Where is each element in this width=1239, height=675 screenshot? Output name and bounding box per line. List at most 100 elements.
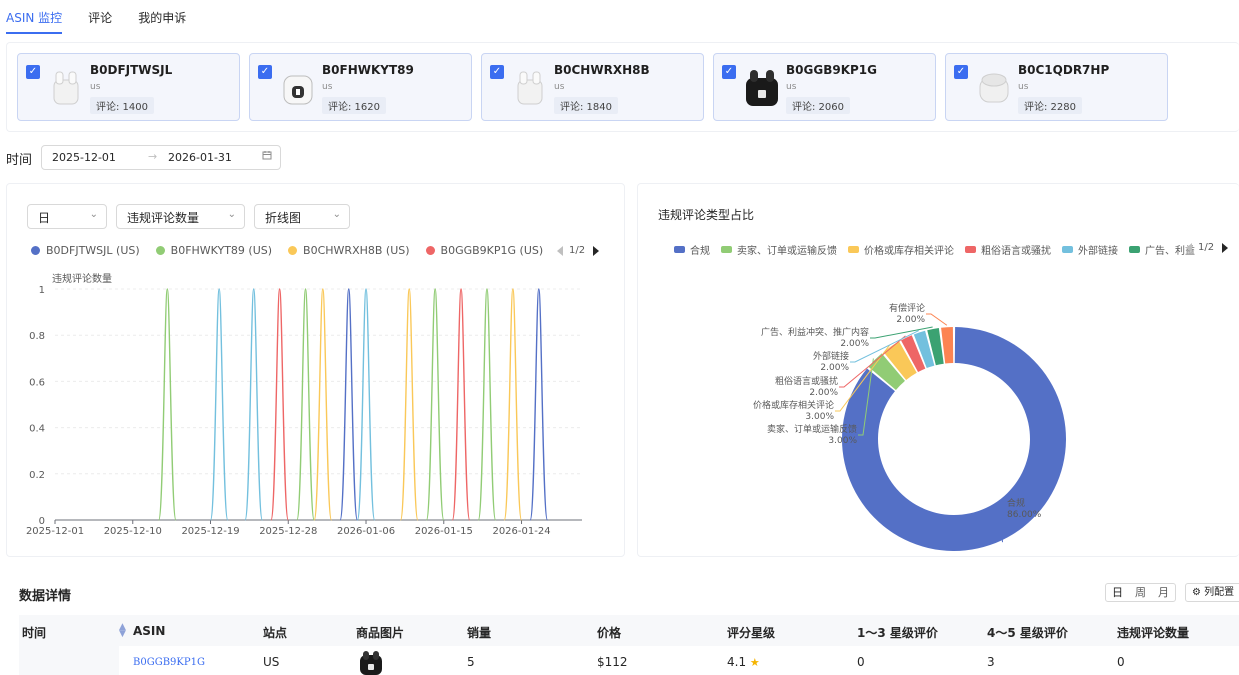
violations-cell: 0 xyxy=(1117,655,1125,669)
period-month-button[interactable]: 月 xyxy=(1152,584,1175,601)
review-count-badge: 评论: 1840 xyxy=(554,97,618,114)
col-asin[interactable]: ASIN xyxy=(133,624,165,638)
period-week-button[interactable]: 周 xyxy=(1129,584,1152,601)
period-day-button[interactable]: 日 xyxy=(1106,584,1129,601)
calendar-icon[interactable] xyxy=(262,150,272,163)
slice-name-label: 卖家、订单或运输反馈 xyxy=(767,423,857,435)
col-price[interactable]: 价格 xyxy=(597,624,621,641)
series-spike xyxy=(270,288,289,521)
table-row[interactable]: B0GGB9KP1G US 5 $112 4.1 ★ 0 3 0 xyxy=(19,646,1239,675)
product-image xyxy=(357,648,385,675)
asin-code: B0FHWKYT89 xyxy=(322,63,414,77)
table-header: 时间 ▲ ▼ ASIN 站点 商品图片 销量 价格 评分星级 1～3 星级评价 4… xyxy=(19,615,1239,646)
col-sales[interactable]: 销量 xyxy=(467,624,491,641)
sales-cell: 5 xyxy=(467,655,475,669)
product-thumbnail xyxy=(746,70,778,106)
series-spike xyxy=(356,288,376,521)
asin-code: B0CHWRXH8B xyxy=(554,63,650,77)
tab-reviews[interactable]: 评论 xyxy=(88,2,112,33)
asin-card[interactable]: ✓ B0FHWKYT89 us 评论: 1620 xyxy=(249,53,472,121)
checkbox-checked[interactable]: ✓ xyxy=(258,65,272,79)
period-toggle: 日 周 月 xyxy=(1105,583,1176,602)
slice-name-label: 合规 xyxy=(1007,497,1025,509)
asin-card[interactable]: ✓ B0DFJTWSJL us 评论: 1400 xyxy=(17,53,240,121)
x-tick-label: 2025-12-19 xyxy=(181,526,239,537)
review-count-badge: 评论: 2060 xyxy=(786,97,850,114)
asin-site: us xyxy=(554,82,565,92)
asin-code: B0C1QDR7HP xyxy=(1018,63,1110,77)
series-spike xyxy=(399,288,419,521)
end-date[interactable]: 2026-01-31 xyxy=(168,151,232,164)
tab-my-appeals[interactable]: 我的申诉 xyxy=(138,2,186,33)
star-icon: ★ xyxy=(749,656,760,669)
checkbox-checked[interactable]: ✓ xyxy=(490,65,504,79)
x-tick-label: 2025-12-10 xyxy=(104,526,162,537)
asin-site: us xyxy=(1018,82,1029,92)
slice-percent-label: 2.00% xyxy=(820,363,849,373)
rating-cell: 4.1 ★ xyxy=(727,655,760,669)
label-leader-line xyxy=(926,313,948,326)
series-spike xyxy=(477,288,497,521)
slice-percent-label: 2.00% xyxy=(840,339,869,349)
series-spike xyxy=(296,288,315,521)
tab-asin-monitor[interactable]: ASIN 监控 xyxy=(6,2,63,34)
asin-site: us xyxy=(322,82,333,92)
low-star-cell: 0 xyxy=(857,655,865,669)
col-low-star[interactable]: 1～3 星级评价 xyxy=(857,624,938,641)
asin-link[interactable]: B0GGB9KP1G xyxy=(133,657,205,668)
x-tick-label: 2026-01-15 xyxy=(415,526,473,537)
checkbox-checked[interactable]: ✓ xyxy=(722,65,736,79)
x-tick-label: 2025-12-28 xyxy=(259,526,317,537)
slice-name-label: 广告、利益冲突、推广内容 xyxy=(761,326,869,338)
line-chart: 00.20.40.60.812025-12-01 2025-12-10 2025-1… xyxy=(26,285,582,537)
asin-code: B0GGB9KP1G xyxy=(786,63,877,77)
series-spike xyxy=(244,288,264,521)
x-tick-label: 2026-01-24 xyxy=(492,526,550,537)
slice-name-label: 外部链接 xyxy=(813,350,849,362)
x-tick-label: 2026-01-06 xyxy=(337,526,395,537)
col-violations[interactable]: 违规评论数量 xyxy=(1117,624,1189,641)
product-thumbnail xyxy=(53,71,79,105)
price-cell: $112 xyxy=(597,655,628,669)
col-time[interactable]: 时间 xyxy=(22,624,46,641)
col-image[interactable]: 商品图片 xyxy=(356,624,404,641)
y-tick-label: 0.2 xyxy=(29,470,45,481)
start-date[interactable]: 2025-12-01 xyxy=(52,151,116,164)
data-details-title: 数据详情 xyxy=(19,589,72,604)
col-high-star[interactable]: 4～5 星级评价 xyxy=(987,624,1068,641)
y-tick-label: 0.4 xyxy=(29,424,45,435)
x-tick-label: 2025-12-01 xyxy=(26,526,84,537)
range-arrow-icon: → xyxy=(148,150,158,163)
series-spike xyxy=(529,288,549,521)
site-cell: US xyxy=(263,655,280,669)
col-rating[interactable]: 评分星级 xyxy=(727,624,775,641)
donut-chart: 合规86.00%卖家、订单或运输反馈3.00%价格或库存相关评论3.00%粗俗语… xyxy=(753,302,1066,551)
asin-card[interactable]: ✓ B0GGB9KP1G us 评论: 2060 xyxy=(713,53,936,121)
pie-chart-panel: 违规评论类型占比 合规 卖家、订单或运输反馈 价格或库存相关评论 粗俗语言或骚扰 外部链… xyxy=(637,183,1239,557)
column-config-button[interactable]: ⚙ 列配置 xyxy=(1185,583,1239,602)
asin-site: us xyxy=(90,82,101,92)
series-spike xyxy=(339,288,359,521)
date-range-picker[interactable]: 2025-12-01 → 2026-01-31 xyxy=(41,145,281,170)
y-tick-label: 1 xyxy=(39,285,45,296)
product-thumbnail xyxy=(283,75,313,105)
review-count-badge: 评论: 1400 xyxy=(90,97,154,114)
y-tick-label: 0.6 xyxy=(29,377,45,388)
col-site[interactable]: 站点 xyxy=(263,624,287,641)
column-config-label: 列配置 xyxy=(1204,587,1235,598)
y-tick-label: 0.8 xyxy=(29,331,45,342)
asin-card[interactable]: ✓ B0C1QDR7HP us 评论: 2280 xyxy=(945,53,1168,121)
gear-icon: ⚙ xyxy=(1192,587,1201,598)
product-thumbnail xyxy=(979,73,1009,103)
asin-site: us xyxy=(786,82,797,92)
series-spike xyxy=(157,288,177,521)
slice-percent-label: 3.00% xyxy=(805,412,834,422)
sort-icon[interactable]: ▲ ▼ xyxy=(119,623,126,639)
product-thumbnail xyxy=(517,71,543,105)
series-spike xyxy=(425,288,445,521)
checkbox-checked[interactable]: ✓ xyxy=(954,65,968,79)
checkbox-checked[interactable]: ✓ xyxy=(26,65,40,79)
time-cell xyxy=(19,646,119,675)
asin-card[interactable]: ✓ B0CHWRXH8B us 评论: 1840 xyxy=(481,53,704,121)
series-spike xyxy=(209,288,229,521)
